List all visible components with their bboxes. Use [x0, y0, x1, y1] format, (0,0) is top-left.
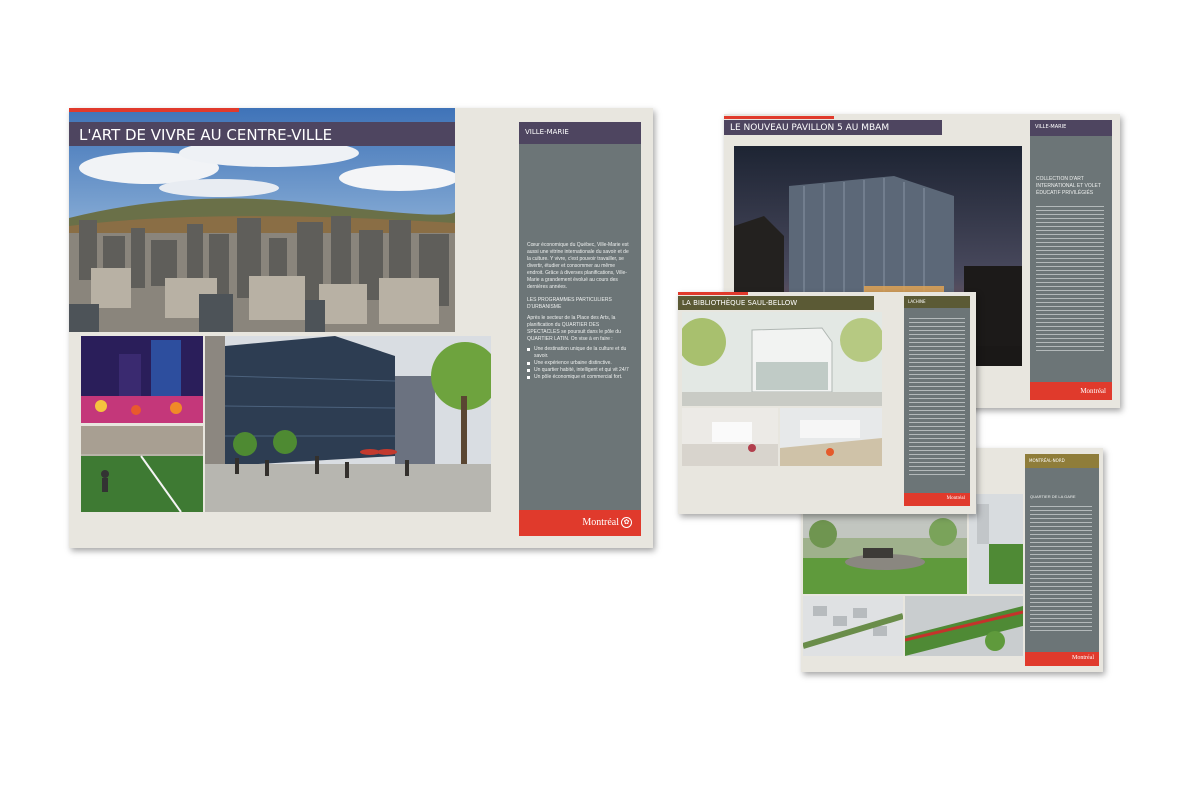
photo-rail-corridor	[905, 596, 1023, 656]
photo-soccer-field	[81, 426, 203, 512]
montreal-logo-text: Montréal	[582, 517, 619, 528]
sidebar-section-text: Après le secteur de la Place des Arts, l…	[527, 315, 621, 342]
photo-library-interior-2	[780, 408, 882, 466]
sidebar-panel: VILLE-MARIE COLLECTION D'ART INTERNATION…	[1030, 120, 1112, 400]
photo-quartier-des-spectacles	[205, 336, 491, 512]
photo-green-plaza	[803, 514, 967, 594]
montreal-logo-text: Montréal	[1072, 655, 1094, 661]
title-accent-line	[678, 292, 748, 295]
photo-library-exterior	[682, 312, 882, 406]
page-title: L'ART DE VIVRE AU CENTRE-VILLE	[69, 122, 455, 146]
brochure-page-art-de-vivre: L'ART DE VIVRE AU CENTRE-VILLE VILLE-MAR…	[69, 108, 653, 548]
montreal-logo-text: Montréal	[1080, 387, 1106, 395]
title-accent-line	[69, 108, 239, 112]
sidebar-body-text-placeholder	[909, 316, 965, 476]
sidebar-header: MONTRÉAL-NORD	[1025, 454, 1099, 468]
sidebar-header-text: LACHINE	[908, 299, 926, 304]
sidebar-header-text: MONTRÉAL-NORD	[1029, 458, 1065, 463]
sidebar-header-text: VILLE-MARIE	[525, 128, 569, 136]
montreal-logo: Montréal ✿	[519, 510, 641, 536]
sidebar-header: LACHINE	[904, 296, 970, 308]
sidebar-heading: COLLECTION D'ART INTERNATIONAL ET VOLET …	[1036, 176, 1101, 196]
montreal-rosette-icon: ✿	[621, 517, 632, 528]
sidebar-intro-text: Cœur économique du Québec, Ville-Marie e…	[527, 242, 629, 290]
page-title-text: LA BIBLIOTHÈQUE SAUL-BELLOW	[682, 299, 798, 307]
sidebar-bullet: Un pôle économique et commercial fort.	[527, 374, 633, 381]
sidebar-bullet: Un quartier habité, intelligent et qui v…	[527, 367, 633, 374]
sidebar-section-title: LES PROGRAMMES PARTICULIERS D'URBANISME	[527, 297, 612, 310]
sidebar-bullet: Une expérience urbaine distinctive.	[527, 360, 633, 367]
sidebar-panel: MONTRÉAL-NORD QUARTIER DE LA GARE Montré…	[1025, 454, 1099, 666]
title-accent-line	[724, 116, 834, 119]
montreal-logo: Montréal	[904, 493, 970, 506]
photo-library-interior-1	[682, 408, 778, 466]
sidebar-body-text-placeholder	[1030, 504, 1092, 634]
sidebar-panel: LACHINE Montréal	[904, 296, 970, 506]
sidebar-body-text-placeholder	[1036, 204, 1104, 354]
sidebar-header-text: VILLE-MARIE	[1035, 124, 1067, 130]
page-title-text: LE NOUVEAU PAVILLON 5 AU MBAM	[730, 123, 890, 133]
sidebar-header: VILLE-MARIE	[1030, 120, 1112, 136]
sidebar-panel: VILLE-MARIE Cœur économique du Québec, V…	[519, 122, 641, 536]
page-title: LA BIBLIOTHÈQUE SAUL-BELLOW	[678, 296, 874, 310]
sidebar-bullet: Une destination unique de la culture et …	[527, 346, 633, 360]
photo-neighbourhood-model	[803, 596, 903, 656]
brochure-page-saul-bellow: LA BIBLIOTHÈQUE SAUL-BELLOW LACHINE Mont…	[678, 292, 976, 514]
sidebar-header: VILLE-MARIE	[519, 122, 641, 144]
montreal-logo-text: Montréal	[946, 496, 965, 501]
sidebar-heading: QUARTIER DE LA GARE	[1030, 494, 1076, 499]
page-title: LE NOUVEAU PAVILLON 5 AU MBAM	[724, 120, 942, 135]
montreal-logo: Montréal	[1030, 382, 1112, 400]
photo-aerial-rendering	[969, 494, 1023, 594]
montreal-logo: Montréal	[1025, 652, 1099, 666]
photo-night-towers	[81, 336, 203, 423]
page-title-text: L'ART DE VIVRE AU CENTRE-VILLE	[79, 126, 333, 144]
